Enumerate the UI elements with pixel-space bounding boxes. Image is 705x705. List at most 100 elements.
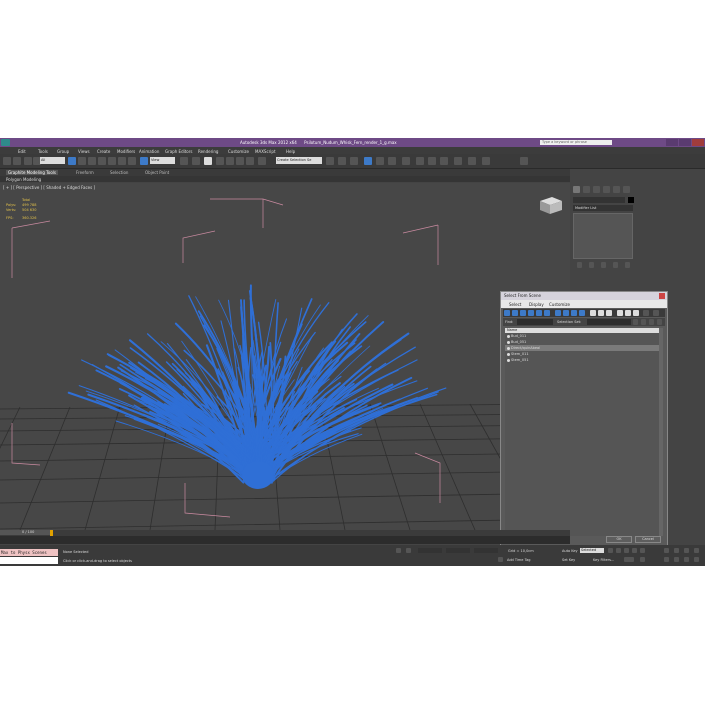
redo-icon[interactable] bbox=[13, 157, 21, 165]
utilities-tab-icon[interactable] bbox=[623, 186, 630, 193]
y-coordinate-field[interactable] bbox=[446, 548, 470, 553]
display-tab-icon[interactable] bbox=[613, 186, 620, 193]
whisk-fern-model[interactable] bbox=[67, 284, 447, 489]
zoom-icon[interactable] bbox=[664, 548, 669, 553]
object-color-swatch[interactable] bbox=[628, 197, 634, 203]
dialog-menu-display[interactable]: Display bbox=[529, 302, 544, 307]
absolute-mode-icon[interactable] bbox=[406, 548, 411, 553]
selection-set-dropdown[interactable] bbox=[587, 319, 631, 325]
perspective-viewport[interactable]: [ + ] [ Perspective ] [ Shaded + Edged F… bbox=[0, 183, 570, 530]
dialog-close-button[interactable] bbox=[659, 293, 665, 299]
select-all-icon[interactable] bbox=[617, 310, 623, 316]
zoom-extents-icon[interactable] bbox=[684, 548, 689, 553]
menu-modifiers[interactable]: Modifiers bbox=[117, 149, 135, 154]
modifier-stack[interactable] bbox=[573, 213, 633, 259]
link-icon[interactable] bbox=[24, 157, 32, 165]
angle-snap-icon[interactable] bbox=[226, 157, 234, 165]
lock-selection-icon[interactable] bbox=[396, 548, 401, 553]
create-set-icon[interactable] bbox=[633, 319, 638, 325]
frame-counter[interactable]: 0 / 100 bbox=[0, 530, 50, 535]
schematic-view-icon[interactable] bbox=[388, 157, 396, 165]
next-frame-icon[interactable] bbox=[632, 548, 637, 553]
select-and-move-icon[interactable] bbox=[108, 157, 116, 165]
select-and-scale-icon[interactable] bbox=[128, 157, 136, 165]
align-icon[interactable] bbox=[338, 157, 346, 165]
modifier-list-dropdown[interactable]: Modifier List bbox=[573, 205, 633, 211]
create-tab-icon[interactable] bbox=[573, 186, 580, 193]
window-crossing-icon[interactable] bbox=[98, 157, 106, 165]
sync-selection-icon[interactable] bbox=[653, 310, 659, 316]
menu-help[interactable]: Help bbox=[286, 149, 295, 154]
key-mode-dropdown[interactable]: Selected bbox=[580, 548, 604, 553]
play-icon[interactable] bbox=[624, 548, 629, 553]
render-iterative-icon[interactable] bbox=[482, 157, 490, 165]
mirror-icon[interactable] bbox=[326, 157, 334, 165]
select-none-icon[interactable] bbox=[625, 310, 631, 316]
remove-modifier-icon[interactable] bbox=[613, 262, 618, 268]
time-configuration-icon[interactable] bbox=[640, 557, 645, 562]
display-containers-icon[interactable] bbox=[579, 310, 585, 316]
display-invert-icon[interactable] bbox=[606, 310, 612, 316]
menu-animation[interactable]: Animation bbox=[139, 149, 159, 154]
display-lights-icon[interactable] bbox=[520, 310, 526, 316]
render-production-icon[interactable] bbox=[440, 157, 448, 165]
display-groups-icon[interactable] bbox=[555, 310, 561, 316]
search-input[interactable]: Type a keyword or phrase bbox=[540, 140, 612, 145]
tab-graphite-modeling-tools[interactable]: Graphite Modeling Tools bbox=[6, 170, 59, 175]
field-of-view-icon[interactable] bbox=[664, 557, 669, 562]
list-item[interactable]: Stem_051 bbox=[505, 357, 659, 363]
display-helpers-icon[interactable] bbox=[536, 310, 542, 316]
configure-sets-icon[interactable] bbox=[625, 262, 630, 268]
current-frame-field[interactable] bbox=[624, 557, 634, 562]
tab-selection[interactable]: Selection bbox=[110, 170, 128, 175]
maximize-button[interactable] bbox=[679, 139, 691, 146]
menu-edit[interactable]: Edit bbox=[18, 149, 26, 154]
cancel-button[interactable]: Cancel bbox=[635, 536, 661, 543]
maxscript-listener[interactable]: Max to Physx Scenes bbox=[0, 549, 58, 556]
render-setup-icon[interactable] bbox=[416, 157, 424, 165]
graphite-toggle-icon[interactable] bbox=[364, 157, 372, 165]
menu-graph-editors[interactable]: Graph Editors bbox=[165, 149, 192, 154]
display-all-icon[interactable] bbox=[590, 310, 596, 316]
reference-coordinate-dropdown[interactable]: View bbox=[150, 157, 175, 164]
key-filters-button[interactable]: Key Filters... bbox=[593, 558, 614, 562]
edit-set-icon[interactable] bbox=[641, 319, 646, 325]
dialog-menu-select[interactable]: Select bbox=[509, 302, 521, 307]
select-and-rotate-icon[interactable] bbox=[118, 157, 126, 165]
keyboard-shortcut-icon[interactable] bbox=[204, 157, 212, 165]
find-input[interactable] bbox=[517, 319, 553, 325]
teapot-render-icon[interactable] bbox=[454, 157, 462, 165]
time-tag-icon[interactable] bbox=[498, 557, 503, 562]
z-coordinate-field[interactable] bbox=[474, 548, 498, 553]
toolbar-extra-icon[interactable] bbox=[520, 157, 528, 165]
display-xrefs-icon[interactable] bbox=[563, 310, 569, 316]
menu-create[interactable]: Create bbox=[97, 149, 110, 154]
track-bar[interactable] bbox=[0, 536, 570, 544]
make-unique-icon[interactable] bbox=[601, 262, 606, 268]
viewcube-icon[interactable] bbox=[540, 197, 562, 214]
display-bones-icon[interactable] bbox=[571, 310, 577, 316]
display-spacewarps-icon[interactable] bbox=[544, 310, 550, 316]
goto-end-icon[interactable] bbox=[640, 548, 645, 553]
show-end-result-icon[interactable] bbox=[589, 262, 594, 268]
zoom-all-icon[interactable] bbox=[674, 548, 679, 553]
maxscript-input[interactable] bbox=[0, 557, 58, 564]
percent-snap-icon[interactable] bbox=[236, 157, 244, 165]
auto-key-button[interactable]: Auto Key bbox=[562, 549, 578, 553]
spinner-snap-icon[interactable] bbox=[246, 157, 254, 165]
dialog-menu-customize[interactable]: Customize bbox=[549, 302, 570, 307]
menu-tools[interactable]: Tools bbox=[38, 149, 48, 154]
previous-frame-icon[interactable] bbox=[616, 548, 621, 553]
goto-start-icon[interactable] bbox=[608, 548, 613, 553]
ok-button[interactable]: OK bbox=[606, 536, 632, 543]
activeshade-icon[interactable] bbox=[468, 157, 476, 165]
polygon-modeling-panel[interactable]: Polygon Modeling bbox=[6, 177, 41, 182]
viewport-label[interactable]: [ + ] [ Perspective ] [ Shaded + Edged F… bbox=[3, 185, 95, 190]
close-button[interactable] bbox=[692, 139, 704, 146]
modify-tab-icon[interactable] bbox=[583, 186, 590, 193]
menu-maxscript[interactable]: MAXScript bbox=[255, 149, 276, 154]
menu-customize[interactable]: Customize bbox=[228, 149, 249, 154]
select-manipulate-icon[interactable] bbox=[192, 157, 200, 165]
pivot-center-icon[interactable] bbox=[180, 157, 188, 165]
filter-icon[interactable] bbox=[643, 310, 649, 316]
